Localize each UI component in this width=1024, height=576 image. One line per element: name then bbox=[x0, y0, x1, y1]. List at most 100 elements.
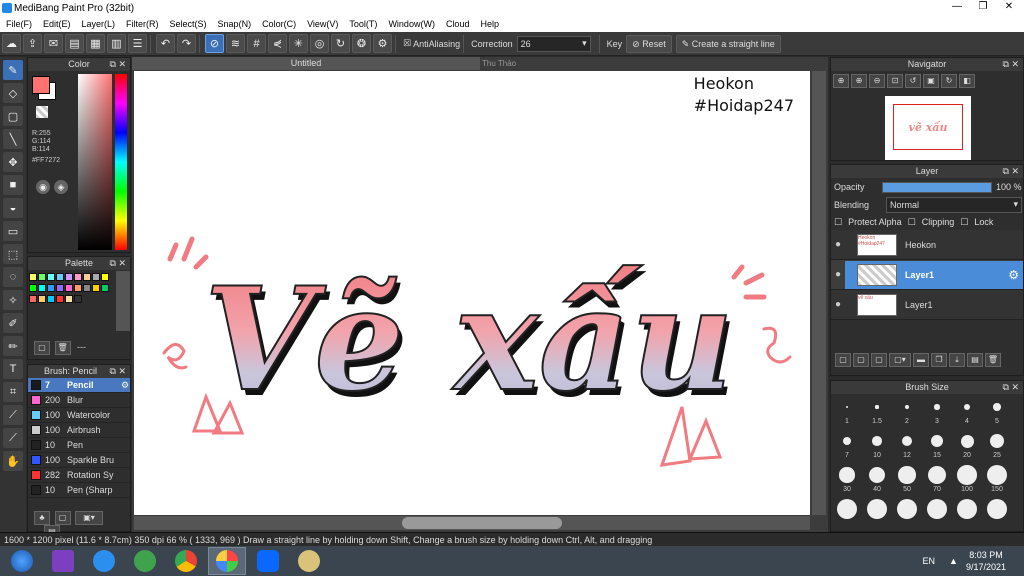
clock[interactable]: 8:03 PM 9/17/2021 bbox=[966, 549, 1006, 573]
gradient-tool-icon[interactable]: ▭ bbox=[3, 221, 23, 241]
duplicate-layer-icon[interactable]: ❐ bbox=[931, 353, 947, 367]
menu-window[interactable]: Window(W) bbox=[382, 17, 440, 32]
gear-icon[interactable]: ⚙ bbox=[1008, 268, 1019, 282]
brush-item[interactable]: 100 Watercolor bbox=[28, 408, 130, 423]
menu-select[interactable]: Select(S) bbox=[164, 17, 212, 32]
select-pen-tool-icon[interactable]: ✐ bbox=[3, 313, 23, 333]
zoom-fit-icon[interactable]: ⊕ bbox=[833, 74, 849, 88]
taskbar-app[interactable] bbox=[126, 547, 164, 575]
brush-tool-icon[interactable]: ✎ bbox=[3, 60, 23, 80]
rotate-right-icon[interactable]: ↻ bbox=[941, 74, 957, 88]
taskbar-ie[interactable] bbox=[85, 547, 123, 575]
taskbar-paint[interactable] bbox=[290, 547, 328, 575]
share-icon[interactable]: ⇪ bbox=[23, 34, 42, 53]
close-button[interactable]: ✕ bbox=[996, 0, 1022, 15]
menu-help[interactable]: Help bbox=[474, 17, 504, 32]
rotate-left-icon[interactable]: ↺ bbox=[905, 74, 921, 88]
brush-menu-icon[interactable]: ▣▾ bbox=[75, 511, 104, 525]
navigator-viewport[interactable]: vẽ xấu bbox=[893, 104, 963, 150]
folder-icon[interactable]: ▬ bbox=[913, 353, 929, 367]
fit-window-icon[interactable]: ▣ bbox=[923, 74, 939, 88]
snap-parallel-icon[interactable]: ≋ bbox=[226, 34, 245, 53]
foreground-color-swatch[interactable] bbox=[32, 76, 50, 94]
palette-swatch[interactable] bbox=[38, 295, 46, 303]
document-tab[interactable]: Untitled bbox=[132, 57, 480, 70]
line-tool-icon[interactable]: ╲ bbox=[3, 129, 23, 149]
antialias-checkbox[interactable]: ☒ bbox=[403, 38, 411, 49]
panel-options-icon[interactable]: ⧉ ✕ bbox=[110, 257, 126, 269]
document-tab-2[interactable]: Thu Thảo bbox=[482, 57, 542, 70]
taskbar-vs[interactable] bbox=[44, 547, 82, 575]
brush-size-cell[interactable]: 70 bbox=[923, 464, 951, 498]
layer-row[interactable]: ● vẽ xấu Layer1 bbox=[831, 290, 1023, 320]
palette-swatch[interactable] bbox=[47, 295, 55, 303]
drawing-canvas[interactable]: Heokon #Hoidap247 Vẽ xấu Vẽ xấu bbox=[134, 71, 810, 515]
brush-size-cell[interactable]: 12 bbox=[893, 430, 921, 464]
saturation-value-picker[interactable] bbox=[78, 74, 112, 250]
taskbar-zalo[interactable] bbox=[249, 547, 287, 575]
brush-size-cell[interactable]: 150 bbox=[983, 464, 1011, 498]
select-rect-tool-icon[interactable]: ⬚ bbox=[3, 244, 23, 264]
snap-off-icon[interactable]: ⊘ bbox=[205, 34, 224, 53]
palette-swatch[interactable] bbox=[29, 295, 37, 303]
eyedropper-tool-icon[interactable]: ⟋ bbox=[3, 405, 23, 425]
layer-settings-icon[interactable]: ▤ bbox=[967, 353, 983, 367]
brush-size-cell[interactable]: 3 bbox=[923, 396, 951, 430]
brush-item[interactable]: 282 Rotation Sy bbox=[28, 468, 130, 483]
comment-icon[interactable]: ✉ bbox=[44, 34, 63, 53]
palette-swatch[interactable] bbox=[47, 284, 55, 292]
new-layer-icon[interactable]: ▢ bbox=[835, 353, 851, 367]
cloud-icon[interactable]: ☁ bbox=[2, 34, 21, 53]
flip-icon[interactable]: ◧ bbox=[959, 74, 975, 88]
palette-swatch[interactable] bbox=[47, 273, 55, 281]
hue-slider[interactable] bbox=[115, 74, 127, 250]
copy-brush-icon[interactable]: ▢ bbox=[54, 511, 71, 525]
new-layer-1bit-icon[interactable]: ▢ bbox=[871, 353, 887, 367]
straight-line-button[interactable]: ✎ Create a straight line bbox=[675, 34, 781, 53]
snap-grid-icon[interactable]: # bbox=[247, 34, 266, 53]
palette-swatch[interactable] bbox=[74, 284, 82, 292]
brush-size-cell[interactable]: 5 bbox=[983, 396, 1011, 430]
vertical-scrollbar[interactable] bbox=[812, 71, 826, 515]
horizontal-scroll-thumb[interactable] bbox=[402, 517, 562, 529]
menu-filter[interactable]: Filter(R) bbox=[120, 17, 164, 32]
palette-swatch[interactable] bbox=[29, 273, 37, 281]
brush-size-cell[interactable]: 4 bbox=[953, 396, 981, 430]
layer-row[interactable]: ● Heokon #Hoidap247 Heokon bbox=[831, 230, 1023, 260]
palette-swatch[interactable] bbox=[56, 273, 64, 281]
panel-options-icon[interactable]: ⧉ ✕ bbox=[1003, 165, 1019, 177]
palette-swatch[interactable] bbox=[74, 273, 82, 281]
brush-size-cell[interactable]: 20 bbox=[953, 430, 981, 464]
zoom-in-icon[interactable]: ⊕ bbox=[851, 74, 867, 88]
menu-cloud[interactable]: Cloud bbox=[440, 17, 475, 32]
panel-options-icon[interactable]: ⧉ ✕ bbox=[110, 365, 126, 377]
brush-item[interactable]: 200 Blur bbox=[28, 393, 130, 408]
add-brush-icon[interactable]: ♣ bbox=[34, 511, 50, 525]
language-indicator[interactable]: EN bbox=[923, 556, 936, 566]
palette-swatch[interactable] bbox=[92, 284, 100, 292]
bucket-tool-icon[interactable]: ◒ bbox=[3, 198, 23, 218]
palette-swatch[interactable] bbox=[56, 284, 64, 292]
brush-size-cell[interactable]: 1.5 bbox=[863, 396, 891, 430]
palette-swatch[interactable] bbox=[101, 284, 109, 292]
opacity-slider[interactable] bbox=[882, 181, 992, 193]
brush-size-cell[interactable] bbox=[863, 498, 891, 531]
document-icon[interactable]: ▦ bbox=[86, 34, 105, 53]
brush-size-cell[interactable]: 7 bbox=[833, 430, 861, 464]
add-layer-menu-icon[interactable]: ▢▾ bbox=[889, 353, 911, 367]
brush-size-cell[interactable] bbox=[923, 498, 951, 531]
brush-item[interactable]: 10 Pen (Sharp bbox=[28, 483, 130, 498]
new-layer-8bit-icon[interactable]: ▢ bbox=[853, 353, 869, 367]
delete-page-icon[interactable]: 🗑 bbox=[54, 341, 71, 355]
eyedropper2-tool-icon[interactable]: ⟋ bbox=[3, 428, 23, 448]
gear-icon[interactable]: ⚙ bbox=[121, 380, 129, 391]
palette-swatch[interactable] bbox=[29, 284, 37, 292]
blending-select[interactable]: Normal ▾ bbox=[886, 197, 1022, 213]
merge-down-icon[interactable]: ⤓ bbox=[949, 353, 965, 367]
menu-color[interactable]: Color(C) bbox=[256, 17, 301, 32]
reset-button[interactable]: ⊘ Reset bbox=[626, 34, 672, 53]
page-icon[interactable]: ▤ bbox=[65, 34, 84, 53]
palette-scrollbar[interactable] bbox=[116, 271, 130, 331]
palette-swatch[interactable] bbox=[92, 273, 100, 281]
palette-swatch[interactable] bbox=[101, 273, 109, 281]
